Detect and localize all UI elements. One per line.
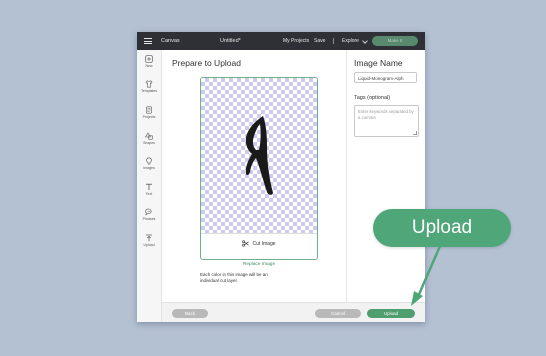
- preview-divider: [201, 233, 317, 234]
- sidebar-item-label: Projects: [142, 115, 156, 119]
- image-preview-card: Cut Image: [200, 77, 318, 260]
- make-it-button[interactable]: Make It: [372, 36, 418, 46]
- cut-image-option[interactable]: Cut Image: [201, 240, 317, 250]
- shapes-icon: [145, 132, 153, 140]
- sidebar-item-shapes[interactable]: Shapes: [137, 132, 161, 145]
- upload-callout-badge: Upload: [373, 209, 511, 247]
- upload-dialog-window: Canvas Untitled* My Projects Save Explor…: [137, 32, 425, 322]
- document-title[interactable]: Untitled*: [220, 38, 241, 44]
- dialog-footer: Back Cancel Upload: [162, 302, 425, 322]
- shirt-icon: [145, 80, 153, 88]
- machine-selector[interactable]: Explore: [342, 38, 359, 44]
- chevron-down-icon[interactable]: [362, 38, 368, 44]
- sidebar-item-text[interactable]: Text: [137, 183, 161, 196]
- tags-label: Tags (optional): [354, 95, 391, 101]
- upload-panel: Prepare to Upload Cut Image Replace Imag…: [162, 50, 425, 322]
- replace-image-link[interactable]: Replace Image: [200, 262, 318, 267]
- sidebar-item-label: Templates: [141, 89, 157, 93]
- page-title: Prepare to Upload: [172, 58, 241, 68]
- sidebar-item-label: Phrases: [142, 217, 156, 221]
- sidebar-item-upload[interactable]: Upload: [137, 234, 161, 247]
- upload-button[interactable]: Upload: [367, 309, 415, 318]
- sidebar-item-phrases[interactable]: Phrases: [137, 208, 161, 221]
- sidebar-item-images[interactable]: Images: [137, 157, 161, 170]
- tags-placeholder: Enter keywords separated by a comma: [358, 109, 414, 120]
- save-link[interactable]: Save: [314, 38, 325, 44]
- image-name-label: Image Name: [354, 58, 403, 68]
- image-name-input[interactable]: Liquid-Monogram-Alph: [354, 72, 417, 83]
- monogram-letter-a-image: [245, 116, 273, 195]
- plus-square-icon: [145, 55, 153, 63]
- resize-handle-icon[interactable]: [413, 131, 417, 135]
- sidebar-item-label: New: [145, 64, 153, 68]
- panel-divider: [346, 50, 347, 302]
- app-name: Canvas: [161, 38, 180, 44]
- sidebar-item-label: Upload: [143, 243, 155, 247]
- back-button[interactable]: Back: [172, 309, 208, 318]
- my-projects-link[interactable]: My Projects: [283, 38, 309, 44]
- cut-layer-info-text: Each color in this image will be an indi…: [200, 272, 268, 283]
- upload-icon: [146, 234, 152, 242]
- scissors-icon: [242, 240, 250, 247]
- cut-image-label: Cut Image: [252, 240, 276, 247]
- lightbulb-icon: [146, 157, 152, 165]
- sidebar-item-new[interactable]: New: [137, 55, 161, 68]
- chat-bubble-icon: [145, 208, 152, 216]
- sidebar-item-templates[interactable]: Templates: [137, 80, 161, 93]
- sidebar-item-label: Text: [145, 192, 153, 196]
- sidebar-item-label: Shapes: [143, 141, 155, 145]
- sidebar: New Templates Projects Shapes Images Tex…: [137, 50, 162, 322]
- hamburger-icon[interactable]: [144, 38, 152, 44]
- top-bar: Canvas Untitled* My Projects Save Explor…: [137, 32, 425, 50]
- tags-input[interactable]: Enter keywords separated by a comma: [354, 105, 419, 137]
- sidebar-item-projects[interactable]: Projects: [137, 106, 161, 119]
- sidebar-item-label: Images: [143, 166, 155, 170]
- topbar-divider: [333, 38, 334, 44]
- text-icon: [146, 183, 152, 190]
- cancel-button[interactable]: Cancel: [315, 309, 361, 318]
- projects-icon: [146, 106, 152, 114]
